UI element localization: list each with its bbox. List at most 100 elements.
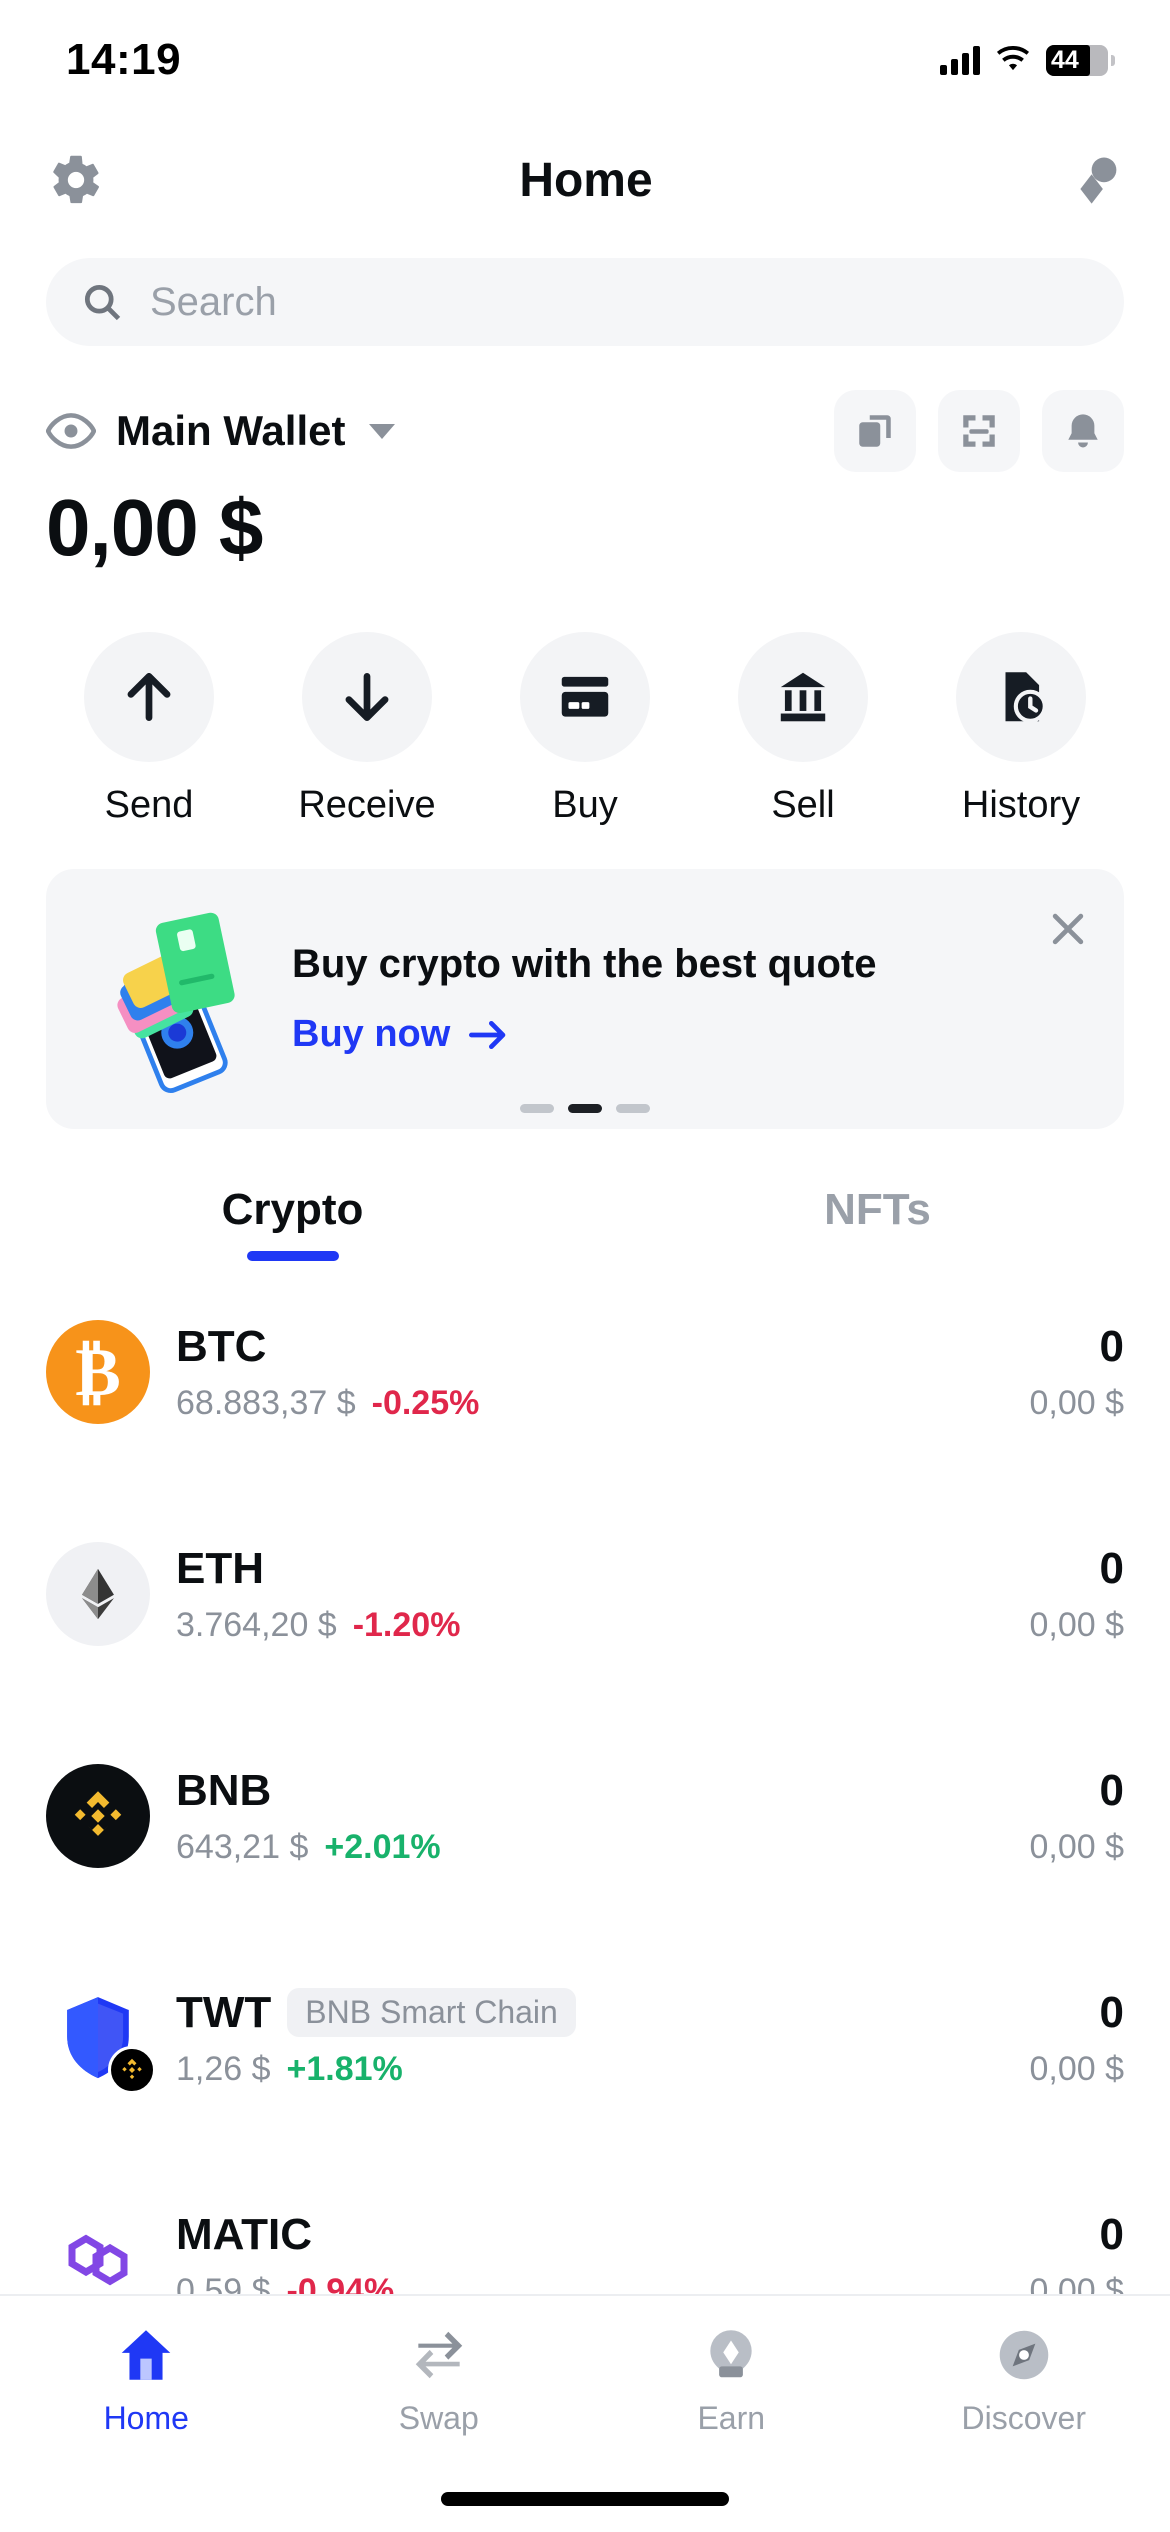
chevron-down-icon <box>369 423 396 439</box>
coin-amount: 0 <box>1099 1765 1124 1815</box>
copy-address-button[interactable] <box>834 390 916 472</box>
crypto-list: ₿ BTC 68.883,37 $ -0.25% 0 0,00 $ ETH 3.… <box>0 1261 1170 2371</box>
coin-price: 1,26 $ <box>176 2049 271 2088</box>
promo-section: Buy crypto with the best quote Buy now <box>0 827 1170 1129</box>
table-row[interactable]: TWT BNB Smart Chain 1,26 $ +1.81% 0 0,00… <box>46 1927 1124 2149</box>
coin-change: +1.81% <box>286 2049 403 2088</box>
app-screen: 14:19 44 Home Search Main Wallet 0,00 $ … <box>0 0 1170 2532</box>
nav-discover-label: Discover <box>961 2400 1086 2436</box>
promo-content: Buy crypto with the best quote Buy now <box>292 942 876 1056</box>
arrow-up-icon <box>127 672 171 722</box>
coin-symbol: BTC <box>176 1321 267 1371</box>
close-icon[interactable] <box>1046 907 1090 956</box>
status-bar: 14:19 44 <box>0 0 1170 120</box>
wallet-header: Main Wallet <box>0 346 1170 472</box>
nav-earn-label: Earn <box>697 2400 766 2436</box>
buy-now-link[interactable]: Buy now <box>292 1013 876 1056</box>
compass-icon <box>999 2330 1049 2380</box>
nav-home-label: Home <box>103 2400 189 2436</box>
search-icon <box>84 284 121 321</box>
wifi-icon <box>996 46 1030 71</box>
coin-value: 0,00 $ <box>1029 1383 1124 1422</box>
wallet-name: Main Wallet <box>116 407 346 454</box>
bank-icon <box>780 672 826 722</box>
trust-wallet-logo-icon[interactable] <box>1068 153 1122 207</box>
promo-banner[interactable]: Buy crypto with the best quote Buy now <box>46 869 1124 1129</box>
table-row[interactable]: ₿ BTC 68.883,37 $ -0.25% 0 0,00 $ <box>46 1261 1124 1483</box>
copy-icon <box>859 415 891 447</box>
tab-nfts[interactable]: NFTs <box>585 1185 1170 1261</box>
status-time: 14:19 <box>66 35 182 84</box>
wallet-selector[interactable]: Main Wallet <box>46 406 396 456</box>
arrow-right-icon <box>469 1020 506 1049</box>
notifications-button[interactable] <box>1042 390 1124 472</box>
wallet-action-buttons <box>834 390 1124 472</box>
send-button[interactable]: Send <box>40 632 258 827</box>
svg-text:₿: ₿ <box>75 1334 121 1410</box>
home-indicator <box>441 2492 729 2506</box>
coin-amount: 0 <box>1099 1543 1124 1593</box>
nav-discover[interactable]: Discover <box>878 2324 1170 2532</box>
buy-button[interactable]: Buy <box>476 632 694 827</box>
buy-label: Buy <box>552 784 618 826</box>
coin-change: +2.01% <box>324 1827 441 1866</box>
asset-tabs: Crypto NFTs <box>0 1185 1170 1261</box>
coin-amount: 0 <box>1099 2209 1124 2259</box>
cellular-signal-icon <box>940 45 980 75</box>
receive-label: Receive <box>298 784 436 826</box>
send-label: Send <box>104 784 194 826</box>
promo-title: Buy crypto with the best quote <box>292 942 877 986</box>
trust-token-icon <box>46 1986 156 2094</box>
carousel-dot-active[interactable] <box>568 1104 602 1113</box>
page-title: Home <box>519 153 653 207</box>
bnb-chain-badge-icon <box>108 2046 156 2094</box>
coin-amount: 0 <box>1099 1987 1124 2037</box>
search-section: Search <box>0 240 1170 346</box>
coin-value: 0,00 $ <box>1029 2049 1124 2088</box>
arrow-down-icon <box>345 672 389 722</box>
quick-actions: Send Receive Buy Sell History <box>0 574 1170 827</box>
coin-symbol: BNB <box>176 1765 272 1815</box>
credit-card-icon <box>561 676 609 717</box>
total-balance: 0,00 $ <box>46 483 263 572</box>
coin-symbol: TWT <box>176 1987 272 2037</box>
nav-swap-label: Swap <box>398 2400 479 2436</box>
sell-button[interactable]: Sell <box>694 632 912 827</box>
battery-level: 44 <box>1051 45 1079 74</box>
app-header: Home <box>0 120 1170 240</box>
bnb-icon <box>46 1764 150 1868</box>
gear-icon[interactable] <box>48 152 104 208</box>
carousel-dot[interactable] <box>520 1104 554 1113</box>
coin-symbol: MATIC <box>176 2209 313 2259</box>
qr-scan-icon <box>963 415 995 447</box>
table-row[interactable]: ETH 3.764,20 $ -1.20% 0 0,00 $ <box>46 1483 1124 1705</box>
sell-label: Sell <box>771 784 835 826</box>
carousel-dots[interactable] <box>46 1104 1124 1113</box>
table-row[interactable]: BNB 643,21 $ +2.01% 0 0,00 $ <box>46 1705 1124 1927</box>
coin-price: 3.764,20 $ <box>176 1605 337 1644</box>
history-button[interactable]: History <box>912 632 1130 827</box>
tab-nfts-label: NFTs <box>824 1185 931 1234</box>
carousel-dot[interactable] <box>616 1104 650 1113</box>
battery-icon: 44 <box>1046 44 1115 76</box>
document-clock-icon <box>1005 672 1047 723</box>
receive-button[interactable]: Receive <box>258 632 476 827</box>
search-input[interactable]: Search <box>46 258 1124 346</box>
coin-value: 0,00 $ <box>1029 1605 1124 1644</box>
search-placeholder: Search <box>150 279 277 324</box>
tab-crypto-label: Crypto <box>221 1185 364 1234</box>
buy-now-label: Buy now <box>292 1013 451 1055</box>
bitcoin-icon: ₿ <box>46 1320 150 1424</box>
coin-value: 0,00 $ <box>1029 1827 1124 1866</box>
history-label: History <box>961 784 1081 826</box>
scan-qr-button[interactable] <box>938 390 1020 472</box>
bell-icon <box>1068 414 1098 448</box>
home-icon <box>121 2330 171 2380</box>
tab-crypto[interactable]: Crypto <box>0 1185 585 1261</box>
nav-home[interactable]: Home <box>0 2324 293 2532</box>
coin-amount: 0 <box>1099 1321 1124 1371</box>
coin-symbol: ETH <box>176 1543 264 1593</box>
coin-change: -0.25% <box>371 1383 480 1422</box>
status-badge: BNB Smart Chain <box>287 1988 576 2037</box>
ethereum-icon <box>46 1542 150 1646</box>
